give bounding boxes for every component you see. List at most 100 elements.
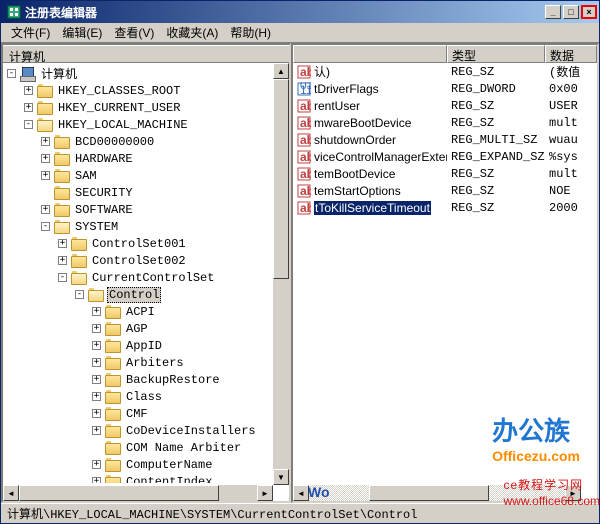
expander-icon[interactable]: +	[92, 477, 101, 483]
registry-tree[interactable]: -计算机+HKEY_CLASSES_ROOT+HKEY_CURRENT_USER…	[3, 63, 289, 483]
expander-icon[interactable]: +	[41, 171, 50, 180]
list-row[interactable]: abviceControlManagerExten...REG_EXPAND_S…	[293, 148, 597, 165]
tree-node[interactable]: -CurrentControlSet	[3, 269, 289, 286]
scroll-down-button[interactable]: ▼	[273, 469, 289, 485]
list-row[interactable]: ab认)REG_SZ(数值	[293, 63, 597, 80]
scroll-left-button[interactable]: ◄	[293, 485, 309, 501]
scroll-thumb-h[interactable]	[19, 485, 219, 501]
tree-node[interactable]: SECURITY	[3, 184, 289, 201]
tree-node[interactable]: +ComputerName	[3, 456, 289, 473]
value-name: temBootDevice	[314, 167, 395, 181]
column-data[interactable]: 数据	[545, 45, 597, 63]
tree-node[interactable]: -SYSTEM	[3, 218, 289, 235]
cell-data: %sys	[545, 150, 597, 164]
expander-icon[interactable]: -	[41, 222, 50, 231]
scroll-up-button[interactable]: ▲	[273, 63, 289, 79]
tree-node[interactable]: +BCD00000000	[3, 133, 289, 150]
folder-icon	[37, 118, 53, 131]
tree-node[interactable]: COM Name Arbiter	[3, 439, 289, 456]
tree-node[interactable]: +AGP	[3, 320, 289, 337]
tree-node[interactable]: +ACPI	[3, 303, 289, 320]
menu-edit[interactable]: 编辑(E)	[56, 22, 108, 43]
tree-node[interactable]: +ContentIndex	[3, 473, 289, 483]
expander-icon[interactable]: +	[92, 426, 101, 435]
expander-icon[interactable]: +	[92, 324, 101, 333]
tree-node[interactable]: +CoDeviceInstallers	[3, 422, 289, 439]
folder-icon	[54, 220, 70, 233]
expander-icon[interactable]: -	[7, 69, 16, 78]
app-icon	[6, 4, 22, 20]
expander-icon[interactable]: +	[41, 205, 50, 214]
expander-icon[interactable]: -	[58, 273, 67, 282]
menu-view[interactable]: 查看(V)	[108, 22, 160, 43]
tree-node[interactable]: +HKEY_CLASSES_ROOT	[3, 82, 289, 99]
list-scrollbar-horizontal[interactable]: ◄ ►	[293, 485, 581, 501]
column-type[interactable]: 类型	[447, 45, 545, 63]
tree-node[interactable]: +SOFTWARE	[3, 201, 289, 218]
expander-icon[interactable]: +	[24, 86, 33, 95]
expander-icon[interactable]: +	[92, 307, 101, 316]
cell-type: REG_MULTI_SZ	[447, 133, 545, 147]
expander-icon[interactable]: +	[41, 137, 50, 146]
expander-icon[interactable]: +	[92, 358, 101, 367]
folder-icon	[88, 288, 104, 301]
close-button[interactable]: ×	[581, 5, 597, 19]
expander-icon[interactable]: +	[92, 341, 101, 350]
scroll-thumb[interactable]	[273, 79, 289, 279]
svg-text:ab: ab	[300, 116, 311, 130]
values-list[interactable]: ab认)REG_SZ(数值011110tDriverFlagsREG_DWORD…	[293, 63, 597, 216]
list-row[interactable]: abtemBootDeviceREG_SZmult	[293, 165, 597, 182]
expander-icon[interactable]: +	[92, 375, 101, 384]
folder-icon	[54, 135, 70, 148]
node-label: ControlSet001	[90, 237, 188, 251]
tree-node[interactable]: +HKEY_CURRENT_USER	[3, 99, 289, 116]
scroll-thumb-h[interactable]	[369, 485, 489, 501]
tree-node[interactable]: + ControlSet001	[3, 235, 289, 252]
expander-icon[interactable]: +	[58, 239, 67, 248]
expander-icon[interactable]: +	[24, 103, 33, 112]
tree-scrollbar-horizontal[interactable]: ◄ ►	[3, 485, 273, 501]
menu-help[interactable]: 帮助(H)	[224, 22, 277, 43]
tree-node[interactable]: + BackupRestore	[3, 371, 289, 388]
tree-scrollbar-vertical[interactable]: ▲ ▼	[273, 63, 289, 485]
list-row[interactable]: abrentUserREG_SZUSER	[293, 97, 597, 114]
tree-node[interactable]: -Control	[3, 286, 289, 303]
node-label: BackupRestore	[124, 373, 222, 387]
list-header: 类型 数据	[293, 45, 597, 63]
column-name[interactable]	[293, 45, 447, 63]
expander-icon[interactable]: -	[24, 120, 33, 129]
cell-name: abmwareBootDevice	[293, 116, 447, 130]
expander-icon[interactable]: +	[92, 460, 101, 469]
list-row[interactable]: abtemStartOptionsREG_SZ NOE	[293, 182, 597, 199]
scroll-left-button[interactable]: ◄	[3, 485, 19, 501]
tree-header[interactable]: 计算机	[3, 45, 289, 63]
expander-icon[interactable]: -	[75, 290, 84, 299]
expander-icon[interactable]: +	[92, 409, 101, 418]
scroll-right-button[interactable]: ►	[565, 485, 581, 501]
tree-node[interactable]: +ControlSet002	[3, 252, 289, 269]
maximize-button[interactable]: □	[563, 5, 579, 19]
tree-node[interactable]: +SAM	[3, 167, 289, 184]
tree-node[interactable]: +Arbiters	[3, 354, 289, 371]
expander-icon[interactable]: +	[92, 392, 101, 401]
tree-node[interactable]: +HARDWARE	[3, 150, 289, 167]
list-row[interactable]: 011110tDriverFlagsREG_DWORD0x00	[293, 80, 597, 97]
expander-icon[interactable]: +	[41, 154, 50, 163]
tree-node[interactable]: -HKEY_LOCAL_MACHINE	[3, 116, 289, 133]
tree-node[interactable]: +CMF	[3, 405, 289, 422]
cell-type: REG_SZ	[447, 116, 545, 130]
minimize-button[interactable]: _	[545, 5, 561, 19]
expander-icon[interactable]: +	[58, 256, 67, 265]
menu-favorites[interactable]: 收藏夹(A)	[160, 22, 224, 43]
tree-root[interactable]: -计算机	[3, 65, 289, 82]
value-icon: ab	[297, 65, 311, 79]
list-row[interactable]: abtToKillServiceTimeoutREG_SZ2000	[293, 199, 597, 216]
titlebar[interactable]: 注册表编辑器 _ □ ×	[1, 1, 599, 23]
list-row[interactable]: abmwareBootDeviceREG_SZmult	[293, 114, 597, 131]
menu-file[interactable]: 文件(F)	[5, 22, 56, 43]
tree-node[interactable]: +AppID	[3, 337, 289, 354]
scroll-right-button[interactable]: ►	[257, 485, 273, 501]
tree-node[interactable]: +Class	[3, 388, 289, 405]
cell-name: ab认)	[293, 63, 447, 80]
list-row[interactable]: abshutdownOrderREG_MULTI_SZwuau	[293, 131, 597, 148]
